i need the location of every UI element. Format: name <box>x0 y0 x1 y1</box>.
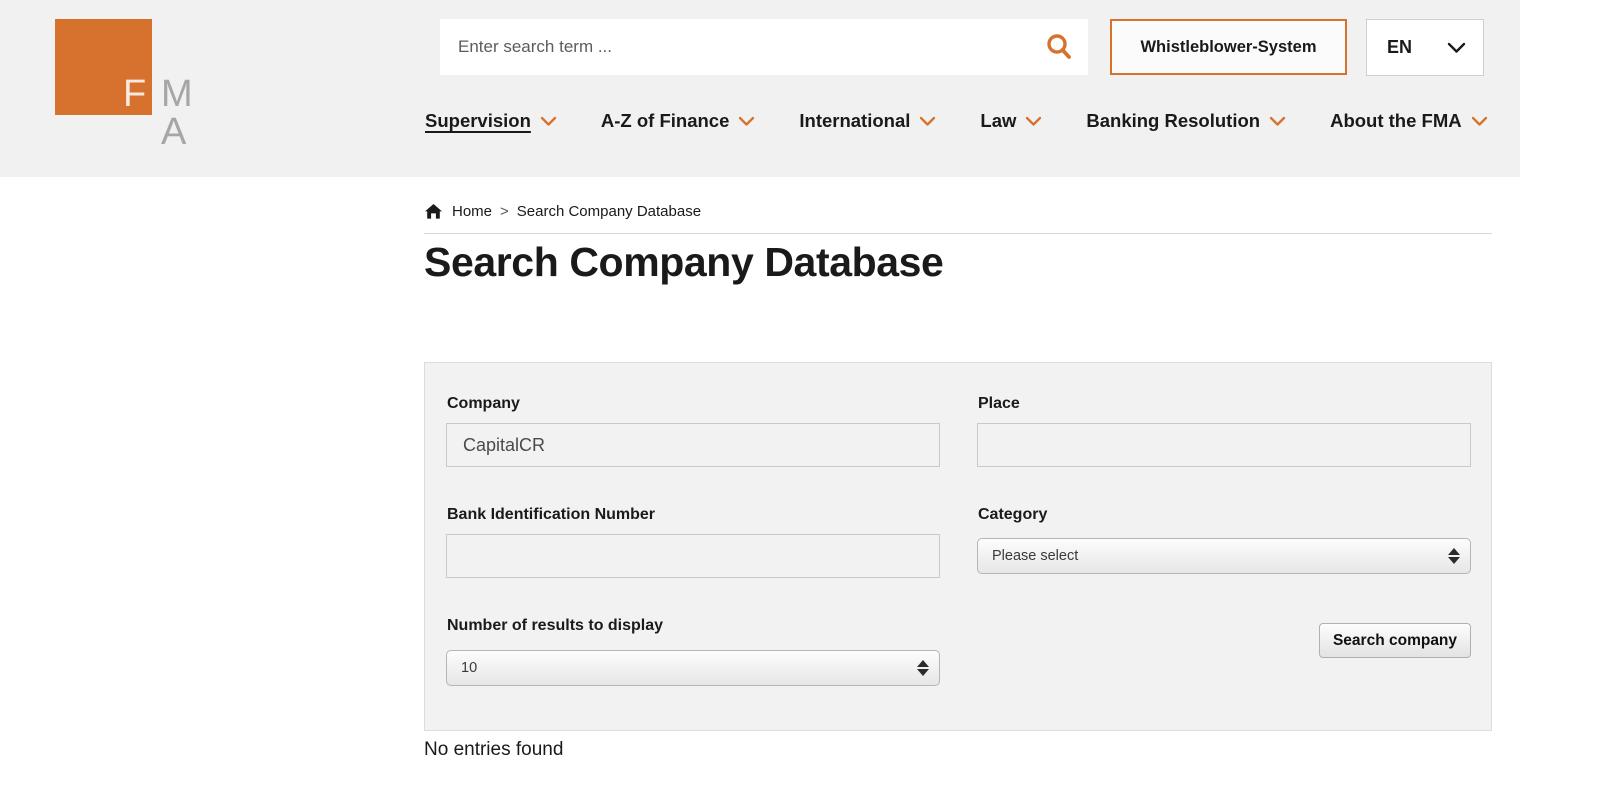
header-search <box>440 19 1088 75</box>
header-divider <box>424 233 1492 234</box>
company-input[interactable] <box>446 423 940 467</box>
nav-label: A-Z of Finance <box>600 110 730 131</box>
nav-label: About the FMA <box>1330 110 1462 131</box>
page-title: Search Company Database <box>424 239 944 285</box>
chevron-down-icon <box>1471 116 1487 126</box>
search-input[interactable] <box>440 19 1030 75</box>
chevron-down-icon <box>1269 116 1286 126</box>
logo-letters-ma: M A <box>161 73 202 153</box>
nav-item-international[interactable]: International <box>799 110 936 132</box>
search-submit-button[interactable] <box>1030 19 1088 75</box>
nav-label: International <box>799 110 911 131</box>
nav-item-a-z-of-finance[interactable]: A-Z of Finance <box>601 110 755 132</box>
logo-letter-f: F <box>123 73 148 115</box>
chevron-down-icon <box>1447 42 1466 53</box>
chevron-down-icon <box>540 116 557 126</box>
nav-label: Supervision <box>425 110 531 131</box>
site-header: F M A Whistleblower-System EN Supervisio… <box>0 0 1520 177</box>
language-selected-label: EN <box>1387 37 1413 57</box>
company-search-form: Company Place Bank Identification Number… <box>424 362 1492 731</box>
whistleblower-system-button[interactable]: Whistleblower-System <box>1110 19 1347 75</box>
chevron-down-icon <box>920 116 936 126</box>
breadcrumb-current: Search Company Database <box>516 203 702 220</box>
nav-label: Law <box>980 110 1017 131</box>
spinner-arrows-icon <box>1448 548 1460 564</box>
breadcrumb-separator: > <box>500 203 509 220</box>
search-icon <box>1047 34 1071 59</box>
fma-logo[interactable]: F M A <box>55 19 230 151</box>
chevron-down-icon <box>1026 116 1042 126</box>
breadcrumb: Home > Search Company Database <box>424 203 701 220</box>
results-count-label: Number of results to display <box>447 617 664 634</box>
place-input[interactable] <box>977 423 1471 467</box>
nav-item-about-the-fma[interactable]: About the FMA <box>1330 110 1488 132</box>
category-label: Category <box>978 506 1048 523</box>
nav-label: Banking Resolution <box>1086 110 1261 131</box>
home-icon <box>425 204 442 219</box>
category-select[interactable]: Please select <box>977 538 1471 574</box>
category-selected-value: Please select <box>992 548 1079 564</box>
main-navigation: Supervision A-Z of Finance International… <box>425 104 1488 138</box>
results-count-select[interactable]: 10 <box>446 650 940 686</box>
search-company-button[interactable]: Search company <box>1319 623 1471 658</box>
bank-identification-number-input[interactable] <box>446 534 940 578</box>
spinner-arrows-icon <box>917 660 929 676</box>
company-label: Company <box>447 395 520 412</box>
language-selector[interactable]: EN <box>1366 19 1484 76</box>
nav-item-supervision[interactable]: Supervision <box>425 110 557 132</box>
page-root: F M A Whistleblower-System EN Supervisio… <box>0 0 1600 808</box>
place-label: Place <box>978 395 1020 412</box>
chevron-down-icon <box>739 116 755 126</box>
bank-id-label: Bank Identification Number <box>447 506 656 523</box>
nav-item-banking-resolution[interactable]: Banking Resolution <box>1086 110 1286 132</box>
breadcrumb-home-link[interactable]: Home <box>452 203 492 220</box>
results-count-selected-value: 10 <box>461 660 478 676</box>
no-entries-message: No entries found <box>424 739 564 760</box>
nav-item-law[interactable]: Law <box>980 110 1042 132</box>
